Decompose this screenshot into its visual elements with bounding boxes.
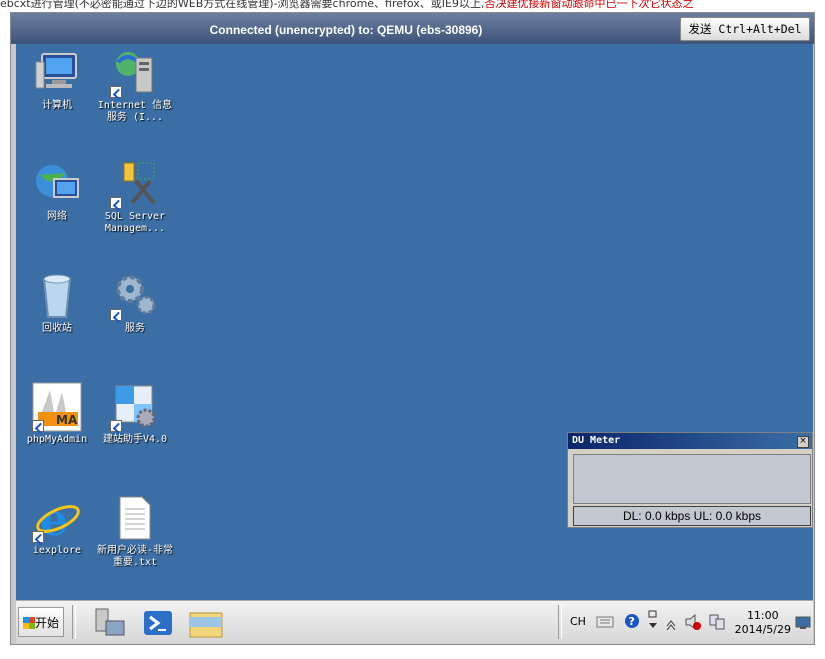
remote-desktop: 计算机 Internet 信息服务 (I... 网络 SQL Server Ma… [16,44,813,600]
site-assistant-icon [110,382,160,432]
network-status-icon[interactable] [708,613,726,635]
icon-label: 网络 [47,211,67,222]
svg-text:?: ? [629,615,635,628]
shortcut-arrow-icon [32,420,44,432]
chevron-up-icon[interactable] [666,615,676,634]
desktop-icon-site-assistant[interactable]: 建站助手V4.0 [94,382,176,446]
clock-date: 2014/5/29 [734,623,791,636]
icon-label: 服务 [125,323,145,334]
sql-server-icon [110,159,160,209]
server-manager-icon [95,608,125,636]
icon-label: 建站助手V4.0 [102,434,168,445]
desktop-icon-computer[interactable]: 计算机 [16,48,98,112]
iis-server-icon [110,48,160,98]
powershell-button[interactable] [138,607,178,639]
vnc-titlebar: Connected (unencrypted) to: QEMU (ebs-30… [11,13,814,44]
svg-text:e: e [40,495,68,543]
svg-text:MA: MA [56,413,78,427]
desktop-icon-sql-server[interactable]: SQL Server Managem... [94,159,176,235]
header-warning: 否决建优接新窗动跟命中已一下次它状态之 [484,0,694,10]
help-icon[interactable]: ? [624,613,640,633]
clock-time: 11:00 [746,609,779,622]
desktop-icon-network[interactable]: 网络 [16,159,98,223]
icon-label: phpMyAdmin [26,434,88,445]
powershell-icon [144,611,172,635]
gears-icon [110,271,160,321]
start-label: 开始 [34,616,59,630]
du-meter-window[interactable]: DU Meter × DL: 0.0 kbps UL: 0.0 kbps [567,432,813,528]
icon-label: 计算机 [42,100,72,111]
internet-explorer-icon: e [32,493,82,546]
server-manager-button[interactable] [90,607,130,639]
icon-label: SQL Server Managem... [104,211,166,234]
close-icon[interactable]: × [797,436,809,448]
du-meter-title: DU Meter [568,433,812,449]
explorer-button[interactable] [186,607,226,639]
keyboard-icon[interactable] [596,613,614,633]
computer-icon [32,48,82,98]
shortcut-arrow-icon [110,420,122,432]
system-clock[interactable]: 11:00 2014/5/29 [735,609,791,637]
text-file-icon [110,493,160,543]
windows-logo-icon [23,617,35,629]
taskbar-separator [72,605,76,639]
volume-muted-icon[interactable] [684,613,702,635]
page-header-strip: ebcxt进行管理(不必密能通过下边的WEB方式在线管理)-浏览器需要chrom… [0,0,825,12]
icon-label: 回收站 [42,323,72,334]
taskbar: 开始 CH ? 11:00 2014/5/29 [16,600,813,644]
du-meter-readout: DL: 0.0 kbps UL: 0.0 kbps [573,506,811,526]
desktop-icon-readme-txt[interactable]: 新用户必读-非常重要.txt [94,493,176,569]
desktop-icon-iis[interactable]: Internet 信息服务 (I... [94,48,176,124]
input-language-indicator[interactable]: CH [570,615,586,628]
folder-icon [189,612,223,638]
shortcut-arrow-icon [110,197,122,209]
send-ctrl-alt-del-button[interactable]: 发送 Ctrl+Alt+Del [680,17,810,41]
show-desktop-icon[interactable] [795,615,811,634]
network-icon [32,159,82,209]
recycle-bin-icon [32,271,82,321]
shortcut-arrow-icon [110,309,122,321]
desktop-icon-iexplore[interactable]: e iexplore [16,493,98,557]
shortcut-arrow-icon [110,86,122,98]
du-meter-graph [573,454,811,504]
header-instructions: ebcxt进行管理(不必密能通过下边的WEB方式在线管理)-浏览器需要chrom… [0,0,485,10]
language-bar-options-icon[interactable] [648,609,658,635]
start-button[interactable]: 开始 [18,607,64,637]
icon-label: 新用户必读-非常重要.txt [96,545,174,568]
desktop-icon-phpmyadmin[interactable]: MA phpMyAdmin [16,382,98,446]
icon-label: Internet 信息服务 (I... [97,100,173,123]
taskbar-separator [558,605,562,639]
phpmyadmin-icon: MA [32,382,82,432]
shortcut-arrow-icon [32,531,44,543]
connection-status: Connected (unencrypted) to: QEMU (ebs-30… [209,23,483,37]
icon-label: iexplore [32,545,82,556]
desktop-icon-recycle-bin[interactable]: 回收站 [16,271,98,335]
desktop-icon-services[interactable]: 服务 [94,271,176,335]
